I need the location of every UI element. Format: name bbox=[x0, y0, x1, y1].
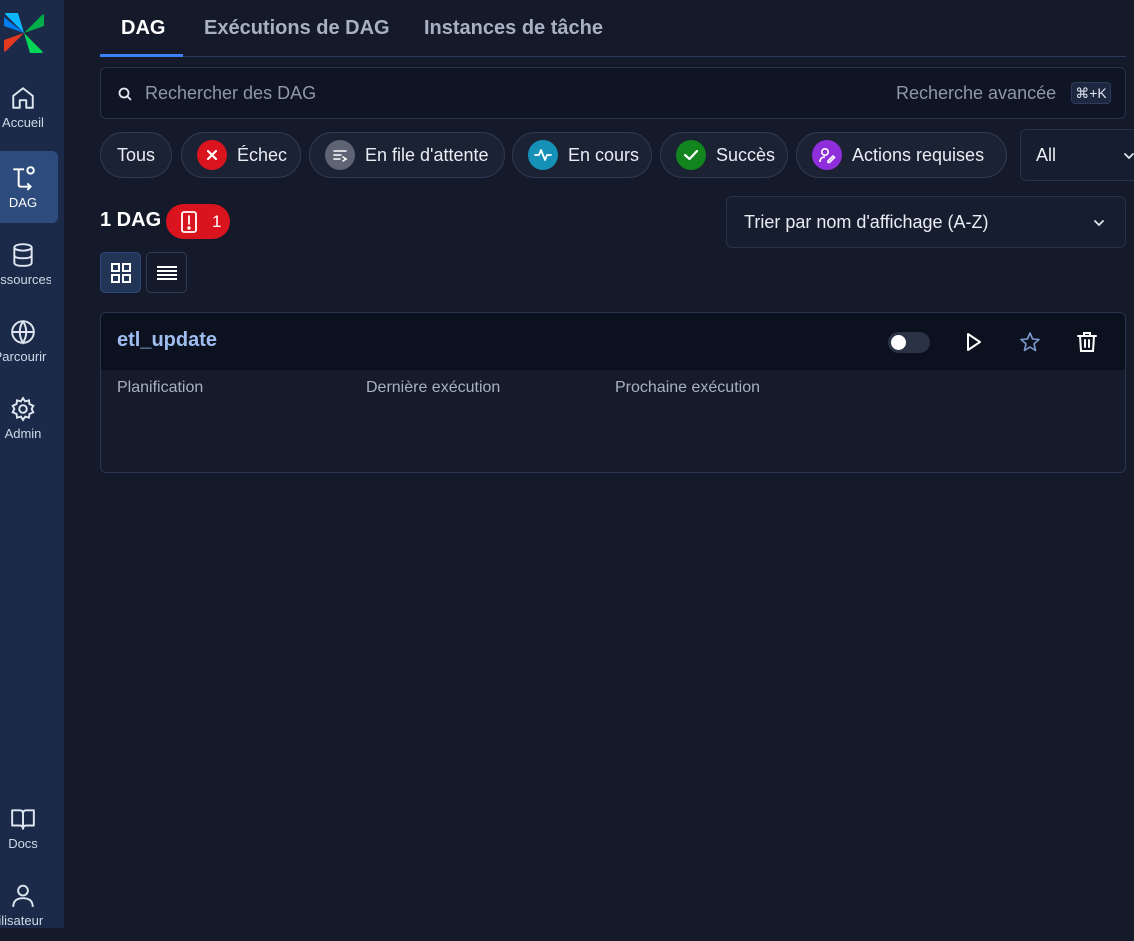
grid-icon bbox=[110, 262, 131, 283]
toggle-knob bbox=[891, 335, 906, 350]
alert-icon bbox=[181, 210, 197, 233]
tab-task-instances[interactable]: Instances de tâche bbox=[424, 0, 603, 57]
user-icon bbox=[12, 884, 34, 907]
sidebar: Accueil DAG essources Parcourir Admin Do… bbox=[0, 0, 64, 928]
advanced-search-link[interactable]: Recherche avancée bbox=[896, 83, 1056, 104]
user-action-icon bbox=[812, 140, 842, 170]
dag-name-link[interactable]: etl_update bbox=[117, 329, 217, 352]
sidebar-item-user[interactable]: tilisateur bbox=[0, 869, 58, 941]
dag-card-header: etl_update bbox=[101, 313, 1125, 370]
import-error-badge[interactable]: 1 bbox=[166, 204, 230, 239]
sort-value: Trier par nom d'affichage (A-Z) bbox=[744, 211, 989, 232]
filter-success[interactable]: Succès bbox=[660, 132, 788, 178]
sidebar-item-home[interactable]: Accueil bbox=[0, 71, 58, 143]
sidebar-label-admin: Admin bbox=[4, 425, 42, 441]
home-icon bbox=[12, 86, 34, 109]
sidebar-label-home: Accueil bbox=[2, 114, 44, 130]
globe-icon bbox=[11, 319, 35, 345]
airflow-logo[interactable] bbox=[2, 12, 46, 54]
schedule-label: Planification bbox=[117, 379, 204, 396]
filter-label: Tous bbox=[116, 144, 156, 165]
search-icon bbox=[118, 87, 132, 101]
sidebar-label-docs: Docs bbox=[8, 835, 38, 851]
sidebar-item-admin[interactable]: Admin bbox=[0, 382, 58, 454]
filter-running[interactable]: En cours bbox=[512, 132, 652, 178]
filter-select-value: All bbox=[1036, 144, 1057, 165]
tab-bar: DAG Exécutions de DAG Instances de tâche bbox=[100, 0, 1126, 57]
sidebar-item-browse[interactable]: Parcourir bbox=[0, 305, 58, 377]
check-icon bbox=[676, 140, 706, 170]
dag-count: 1 DAG bbox=[100, 209, 162, 231]
next-run-label: Prochaine exécution bbox=[615, 379, 760, 396]
error-count: 1 bbox=[212, 211, 222, 231]
sidebar-item-docs[interactable]: Docs bbox=[0, 792, 58, 864]
sidebar-label-dag: DAG bbox=[8, 194, 38, 210]
filter-all[interactable]: Tous bbox=[100, 132, 172, 178]
sidebar-label-browse: Parcourir bbox=[0, 348, 47, 364]
dag-card: etl_update Planification Dernière exécut… bbox=[100, 312, 1126, 473]
x-icon bbox=[197, 140, 227, 170]
sort-select[interactable]: Trier par nom d'affichage (A-Z) bbox=[726, 196, 1126, 248]
filter-label: Succès bbox=[716, 144, 776, 165]
filter-action-required[interactable]: Actions requises bbox=[796, 132, 1007, 178]
shortcut-hint: ⌘+K bbox=[1071, 82, 1111, 104]
star-icon[interactable] bbox=[1018, 330, 1042, 354]
queue-icon bbox=[325, 140, 355, 170]
book-icon bbox=[11, 808, 35, 830]
filter-label: En file d'attente bbox=[365, 144, 489, 165]
sidebar-label-user: tilisateur bbox=[0, 912, 44, 928]
search-input[interactable] bbox=[145, 68, 745, 118]
list-icon bbox=[156, 265, 177, 280]
filter-failed[interactable]: Échec bbox=[181, 132, 301, 178]
play-icon[interactable] bbox=[961, 330, 985, 354]
tab-dag-runs[interactable]: Exécutions de DAG bbox=[204, 0, 390, 57]
filter-label: Actions requises bbox=[852, 144, 985, 165]
filter-queued[interactable]: En file d'attente bbox=[309, 132, 505, 178]
dag-icon bbox=[13, 165, 35, 191]
filter-label: En cours bbox=[568, 144, 640, 165]
database-icon bbox=[13, 242, 33, 267]
filter-label: Échec bbox=[237, 144, 288, 165]
sidebar-item-resources[interactable]: essources bbox=[0, 228, 58, 300]
dag-pause-toggle[interactable] bbox=[888, 332, 930, 353]
active-tab-indicator bbox=[100, 54, 183, 57]
grid-view-button[interactable] bbox=[100, 252, 141, 293]
last-run-label: Dernière exécution bbox=[366, 379, 501, 396]
sidebar-item-dag[interactable]: DAG bbox=[0, 151, 58, 223]
list-view-button[interactable] bbox=[146, 252, 187, 293]
filter-select[interactable]: All bbox=[1020, 129, 1134, 181]
gear-icon bbox=[11, 395, 35, 422]
search-bar: Recherche avancée ⌘+K bbox=[100, 67, 1126, 119]
chevron-down-icon bbox=[1094, 220, 1104, 227]
tab-dag[interactable]: DAG bbox=[121, 0, 165, 57]
activity-icon bbox=[528, 140, 558, 170]
sidebar-label-resources: essources bbox=[0, 271, 51, 287]
chevron-down-icon bbox=[1124, 153, 1134, 160]
trash-icon[interactable] bbox=[1075, 330, 1099, 354]
